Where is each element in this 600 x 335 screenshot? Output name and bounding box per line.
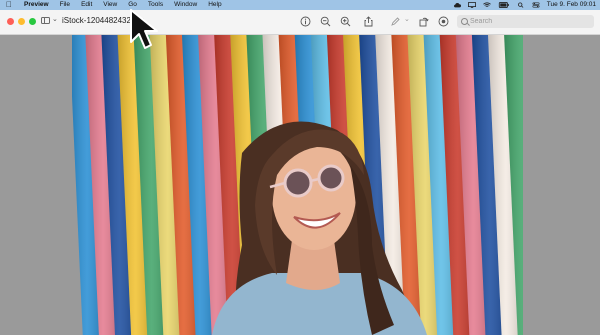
- menu-window[interactable]: Window: [174, 0, 197, 10]
- markup-icon[interactable]: [390, 16, 401, 27]
- battery-icon[interactable]: [498, 2, 510, 8]
- window-toolbar: ⌄ iStock-1204482432.jpg ⌄: [0, 10, 600, 35]
- apple-icon[interactable]: : [6, 0, 16, 10]
- menubar-clock[interactable]: Tue 9. Feb 09:01: [547, 0, 596, 10]
- menu-help[interactable]: Help: [208, 0, 221, 10]
- close-window-button[interactable]: [7, 18, 14, 25]
- menu-edit[interactable]: Edit: [81, 0, 92, 10]
- zoom-in-icon[interactable]: [340, 16, 351, 27]
- minimize-window-button[interactable]: [18, 18, 25, 25]
- image-canvas: [0, 35, 600, 335]
- control-center-icon[interactable]: [532, 2, 540, 8]
- display-icon[interactable]: [467, 2, 476, 8]
- sidebar-toggle-icon[interactable]: [41, 17, 50, 24]
- info-icon[interactable]: [300, 16, 311, 27]
- search-field[interactable]: [457, 15, 594, 28]
- zoom-out-icon[interactable]: [320, 16, 331, 27]
- chevron-down-icon[interactable]: ⌄: [52, 15, 58, 23]
- photo-image[interactable]: [72, 35, 523, 335]
- menu-view[interactable]: View: [103, 0, 117, 10]
- wifi-icon[interactable]: [482, 2, 491, 8]
- share-icon[interactable]: [363, 16, 374, 27]
- mouse-cursor-icon: [130, 9, 158, 49]
- search-icon[interactable]: [517, 2, 525, 8]
- markup-chevron-icon[interactable]: ⌄: [404, 15, 410, 23]
- search-icon: [461, 18, 468, 25]
- annotate-icon[interactable]: [438, 16, 449, 27]
- menu-file[interactable]: File: [60, 0, 70, 10]
- rotate-icon[interactable]: [418, 16, 429, 27]
- fullscreen-window-button[interactable]: [29, 18, 36, 25]
- search-input[interactable]: [470, 15, 588, 28]
- menu-preview[interactable]: Preview: [24, 0, 49, 10]
- cloud-icon[interactable]: [453, 2, 461, 8]
- menu-bar:  Preview File Edit View Go Tools Window…: [0, 0, 600, 10]
